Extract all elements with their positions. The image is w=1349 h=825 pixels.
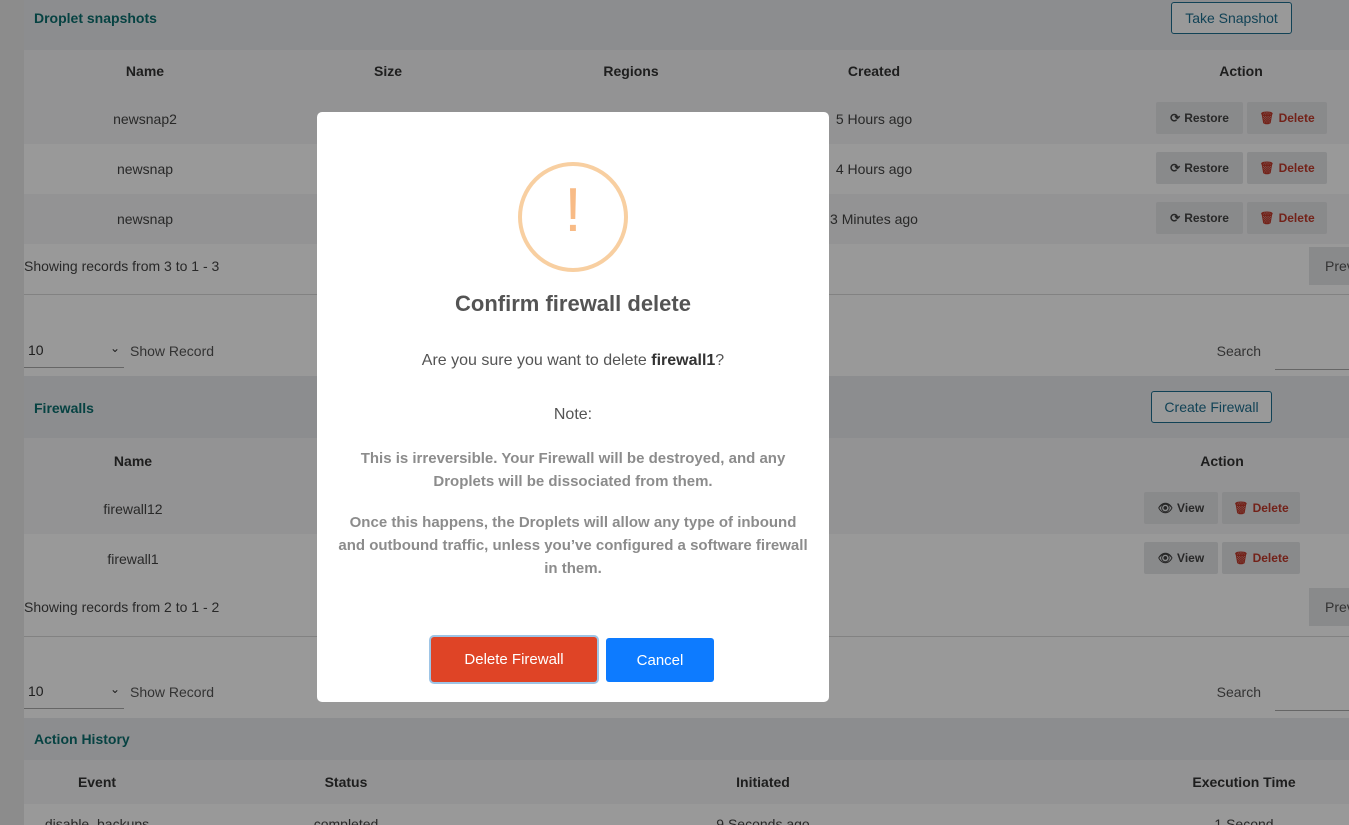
question-target: firewall1 [651, 352, 716, 369]
dialog-warning-paragraph-1: This is irreversible. Your Firewall will… [360, 450, 786, 490]
warning-icon: ! [518, 162, 628, 272]
question-suffix: ? [715, 352, 725, 369]
dialog-question: Are you sure you want to delete firewall… [317, 352, 829, 370]
dialog-title: Confirm firewall delete [455, 291, 691, 316]
dialog-warning-paragraph-2: Once this happens, the Droplets will all… [338, 514, 808, 577]
exclamation-mark: ! [564, 176, 582, 245]
cancel-button[interactable]: Cancel [606, 638, 714, 682]
confirm-delete-dialog: ! Confirm firewall delete Are you sure y… [317, 112, 829, 702]
delete-firewall-button[interactable]: Delete Firewall [431, 637, 597, 682]
question-prefix: Are you sure you want to delete [421, 352, 652, 369]
dialog-note-label: Note: [553, 406, 593, 423]
